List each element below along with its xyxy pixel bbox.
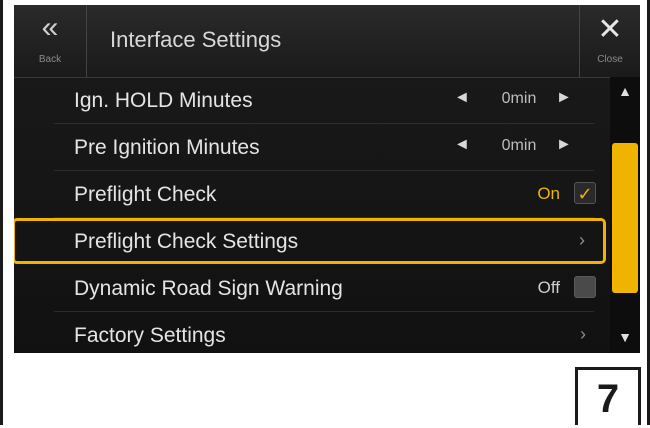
row-value: 0min [501,137,537,154]
status-off: Off [537,278,560,297]
back-icon: « [41,11,59,44]
row-value: 0min [501,90,537,107]
scroll-thumb[interactable] [612,143,638,293]
page-title: Interface Settings [110,27,282,52]
row-label: Preflight Check [74,183,217,206]
close-label: Close [597,54,623,65]
row-pre-ignition-minutes[interactable]: Pre Ignition Minutes ◄ 0min ► [14,124,604,170]
scroll-down-icon[interactable]: ▼ [610,329,640,345]
header-bar: « Back Interface Settings ✕ Close [14,5,640,78]
row-ign-hold-minutes[interactable]: Ign. HOLD Minutes ◄ 0min ► [14,77,604,123]
row-label: Factory Settings [74,324,226,347]
row-label: Dynamic Road Sign Warning [74,277,343,300]
figure-number-badge: 7 [575,367,641,425]
row-label: Preflight Check Settings [74,230,299,253]
row-label: Ign. HOLD Minutes [74,89,253,112]
checkbox-checked-icon[interactable]: ✓ [574,182,596,204]
row-dynamic-road-sign-warning[interactable]: Dynamic Road Sign Warning Off [14,265,604,311]
row-label: Pre Ignition Minutes [74,136,260,159]
scrollbar[interactable]: ▲ ▼ [610,77,640,353]
checkbox-unchecked-icon[interactable] [574,276,596,298]
status-on: On [537,184,560,203]
back-button[interactable]: « Back [14,5,87,77]
row-preflight-check[interactable]: Preflight Check On ✓ [14,171,604,217]
settings-screen: « Back Interface Settings ✕ Close Ign. H… [14,5,640,353]
close-button[interactable]: ✕ Close [579,5,640,77]
row-factory-settings[interactable]: Factory Settings › [14,312,604,353]
settings-list: Ign. HOLD Minutes ◄ 0min ► Pre Ignition … [14,77,606,353]
scroll-track[interactable] [612,117,638,313]
increase-arrow-icon[interactable]: ► [556,89,572,107]
row-preflight-check-settings[interactable]: Preflight Check Settings › [14,218,606,264]
increase-arrow-icon[interactable]: ► [556,136,572,154]
scroll-up-icon[interactable]: ▲ [610,83,640,99]
chevron-right-icon: › [580,324,586,344]
back-label: Back [38,54,62,65]
decrease-arrow-icon[interactable]: ◄ [454,136,470,154]
decrease-arrow-icon[interactable]: ◄ [454,89,470,107]
chevron-right-icon: › [579,230,585,250]
close-icon: ✕ [597,13,623,46]
